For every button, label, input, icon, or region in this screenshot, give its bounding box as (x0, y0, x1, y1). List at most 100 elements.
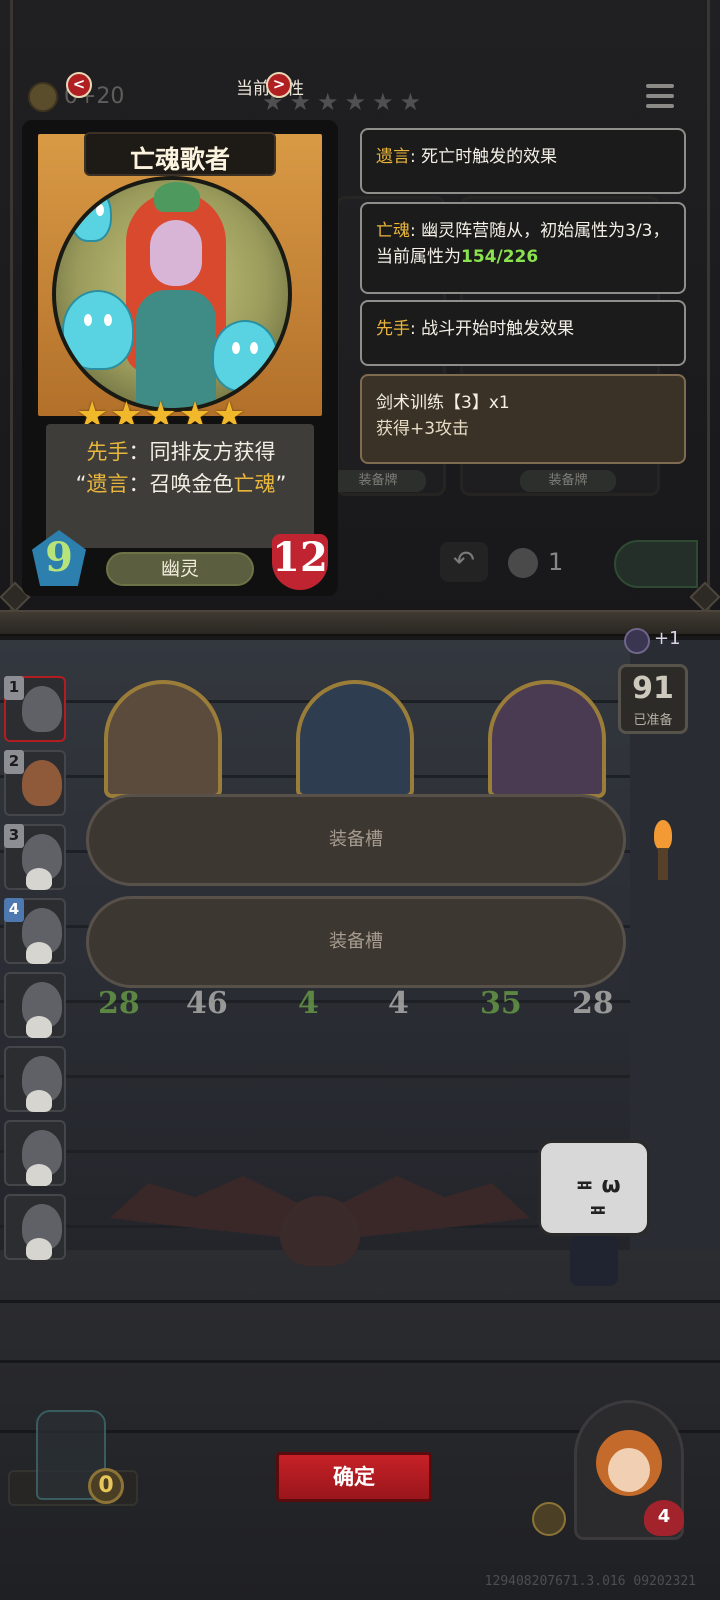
flame-icon (654, 820, 672, 850)
keyword-info-first-strike: 先手: 战斗开始时触发效果 (360, 300, 686, 366)
board-unit-2[interactable] (296, 680, 414, 798)
info-text: : 战斗开始时触发效果 (410, 319, 575, 339)
inventory-coin-count: 0 (88, 1468, 124, 1504)
floor-tile-line (0, 1360, 720, 1363)
bat-body (280, 1196, 360, 1266)
ghost-icon (70, 186, 112, 242)
unit-3-health: 28 (572, 986, 614, 1021)
queue-number: 3 (4, 824, 24, 848)
skull-icon (26, 1164, 52, 1186)
ghost-icon (212, 320, 278, 392)
bat-wing (340, 1176, 530, 1239)
tv-head-mascot[interactable]: ≖ ω ≖ (534, 1140, 654, 1290)
card-name: 亡魂歌者 (129, 145, 230, 174)
ready-label: 已准备 (633, 713, 673, 728)
skull-icon (26, 1238, 52, 1260)
mascot-body (570, 1236, 618, 1286)
next-arrow-button[interactable]: > (266, 72, 292, 98)
prev-arrow-button[interactable]: < (66, 72, 92, 98)
keyword-lost-soul: 亡魂 (233, 472, 276, 496)
background-equip-tag: 装备牌 (520, 470, 616, 492)
current-stats-highlight: 154/226 (461, 247, 539, 267)
reroll-counter: 1 (508, 546, 568, 582)
character-body (136, 290, 216, 408)
skull-icon (26, 868, 52, 890)
player-health: 4 (644, 1500, 684, 1536)
skull-icon (26, 1016, 52, 1038)
confirm-button[interactable]: 确定 (276, 1452, 432, 1502)
coin-icon (28, 82, 58, 112)
torch-stick (658, 848, 668, 880)
board-unit-3[interactable] (488, 680, 606, 798)
card-description-box: 先手：同排友方获得 “遗言：召唤金色亡魂” (46, 424, 314, 548)
info-keyword: 先手 (376, 319, 410, 339)
portrait-face (608, 1448, 650, 1492)
mascot-face: ≖ ω ≖ (575, 1173, 621, 1223)
reroll-count: 1 (548, 548, 564, 576)
info-keyword: 遗言 (376, 147, 410, 167)
queue-slot-6[interactable] (4, 1046, 66, 1112)
card-type-tag: 幽灵 (106, 552, 254, 586)
background-equip-tag: 装备牌 (330, 470, 426, 492)
card-portrait (52, 176, 292, 412)
card-attack-value: 9 (45, 534, 73, 581)
equipment-slot-2[interactable]: 装备槽 (86, 896, 626, 988)
moon-icon (624, 628, 650, 654)
ready-count: 91 (632, 671, 674, 706)
ghost-icon (62, 290, 134, 370)
equipment-effect: 获得+3攻击 (376, 419, 470, 439)
unit-3-attack: 35 (480, 986, 522, 1021)
undo-button[interactable]: ↶ (440, 542, 488, 582)
queue-slot-4[interactable]: 4 (4, 898, 66, 964)
skull-icon (26, 942, 52, 964)
skull-icon (26, 1090, 52, 1112)
unit-2-attack: 4 (298, 986, 319, 1021)
floor-tile-line (0, 1300, 720, 1303)
menu-icon[interactable] (646, 84, 674, 114)
keyword-deathrattle: 遗言 (86, 472, 129, 496)
inventory-button[interactable]: 0 (8, 1410, 138, 1510)
queue-slot-8[interactable] (4, 1194, 66, 1260)
card-health-value: 12 (272, 534, 328, 581)
bat-wing (110, 1176, 300, 1239)
queue-number: 2 (4, 750, 24, 774)
unit-1-attack: 28 (98, 986, 140, 1021)
queue-slot-5[interactable] (4, 972, 66, 1038)
hero-card: 亡魂歌者 ★★★★★ 先手：同排友方获得 “遗言：召唤金色亡魂” 9 幽灵 12 (22, 120, 338, 596)
info-keyword: 亡魂 (376, 221, 410, 241)
card-description: 先手：同排友方获得 “遗言：召唤金色亡魂” (75, 440, 287, 496)
lock-button[interactable] (614, 540, 698, 588)
character-crown (154, 182, 200, 212)
queue-portrait (22, 686, 62, 732)
queue-number: 1 (4, 676, 24, 700)
info-text: : 死亡时触发的效果 (410, 147, 558, 167)
ready-counter: 91 已准备 (618, 664, 688, 734)
keyword-first-strike: 先手 (86, 440, 129, 464)
queue-number: 4 (4, 898, 24, 922)
queue-slot-2[interactable]: 2 (4, 750, 66, 816)
queue-slot-7[interactable] (4, 1120, 66, 1186)
board-unit-1[interactable] (104, 680, 222, 798)
queue-slot-1[interactable]: 1 (4, 676, 66, 742)
title-bar: < 当前属性 > (60, 70, 500, 104)
panel-divider (0, 610, 720, 636)
moon-bonus: +1 (620, 624, 690, 660)
queue-portrait (22, 760, 62, 806)
card-name-plate: 亡魂歌者 (84, 132, 276, 176)
version-string: 129408207671.3.016 09202321 (484, 1574, 696, 1589)
equipment-name: 剑术训练【3】x1 (376, 393, 510, 413)
character-face (150, 220, 202, 286)
bell-icon[interactable] (532, 1502, 566, 1536)
keyword-info-lost-soul: 亡魂: 幽灵阵营随从，初始属性为3/3，当前属性为154/226 (360, 202, 686, 294)
equipment-slot-1[interactable]: 装备槽 (86, 794, 626, 886)
torch (652, 820, 676, 880)
unit-2-health: 4 (388, 986, 409, 1021)
moon-bonus-value: +1 (654, 628, 681, 649)
queue-slot-3[interactable]: 3 (4, 824, 66, 890)
bat-decoration (110, 1176, 530, 1272)
keyword-info-deathrattle: 遗言: 死亡时触发的效果 (360, 128, 686, 194)
reroll-icon (508, 548, 538, 578)
player-hero-portrait[interactable]: 4 (574, 1400, 684, 1550)
unit-1-health: 46 (186, 986, 228, 1021)
equipment-info: 剑术训练【3】x1 获得+3攻击 (360, 374, 686, 464)
